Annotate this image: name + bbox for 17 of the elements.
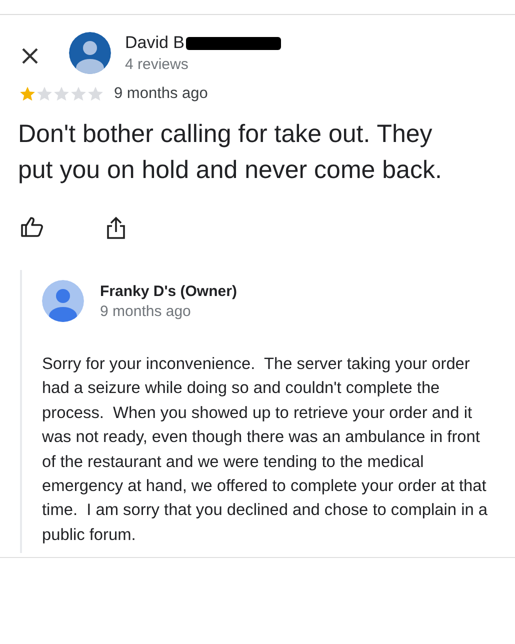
star-icon bbox=[36, 86, 53, 102]
reviewer-name: David B bbox=[125, 33, 185, 53]
star-icon bbox=[87, 86, 104, 102]
reply-time: 9 months ago bbox=[100, 302, 192, 320]
star-icon bbox=[53, 86, 70, 102]
thumbs-up-icon[interactable] bbox=[20, 216, 44, 238]
close-icon[interactable] bbox=[20, 46, 40, 66]
star-icon bbox=[70, 86, 87, 102]
avatar-icon bbox=[69, 32, 111, 74]
avatar-icon bbox=[42, 280, 84, 322]
review-time: 9 months ago bbox=[114, 85, 208, 103]
share-icon[interactable] bbox=[106, 216, 126, 240]
reply-text: Sorry for your inconvenience. The server taking your order had a seizure while doing so and couldn't complete the process. When you showed up to retrieve your order and it was not ready, even though there was an ambulance in front of the restaurant and we were tending to the medical emergency at hand, we offered to complete your order at that time. I am sorry that you declined and chose to complain in a public forum. bbox=[42, 354, 489, 546]
review-count: 4 reviews bbox=[125, 56, 190, 73]
review-text: Don't bother calling for take out. They put you on hold and never come back. bbox=[18, 119, 443, 186]
star-icon bbox=[19, 86, 36, 102]
owner-name: Franky D's (Owner) bbox=[100, 282, 237, 300]
